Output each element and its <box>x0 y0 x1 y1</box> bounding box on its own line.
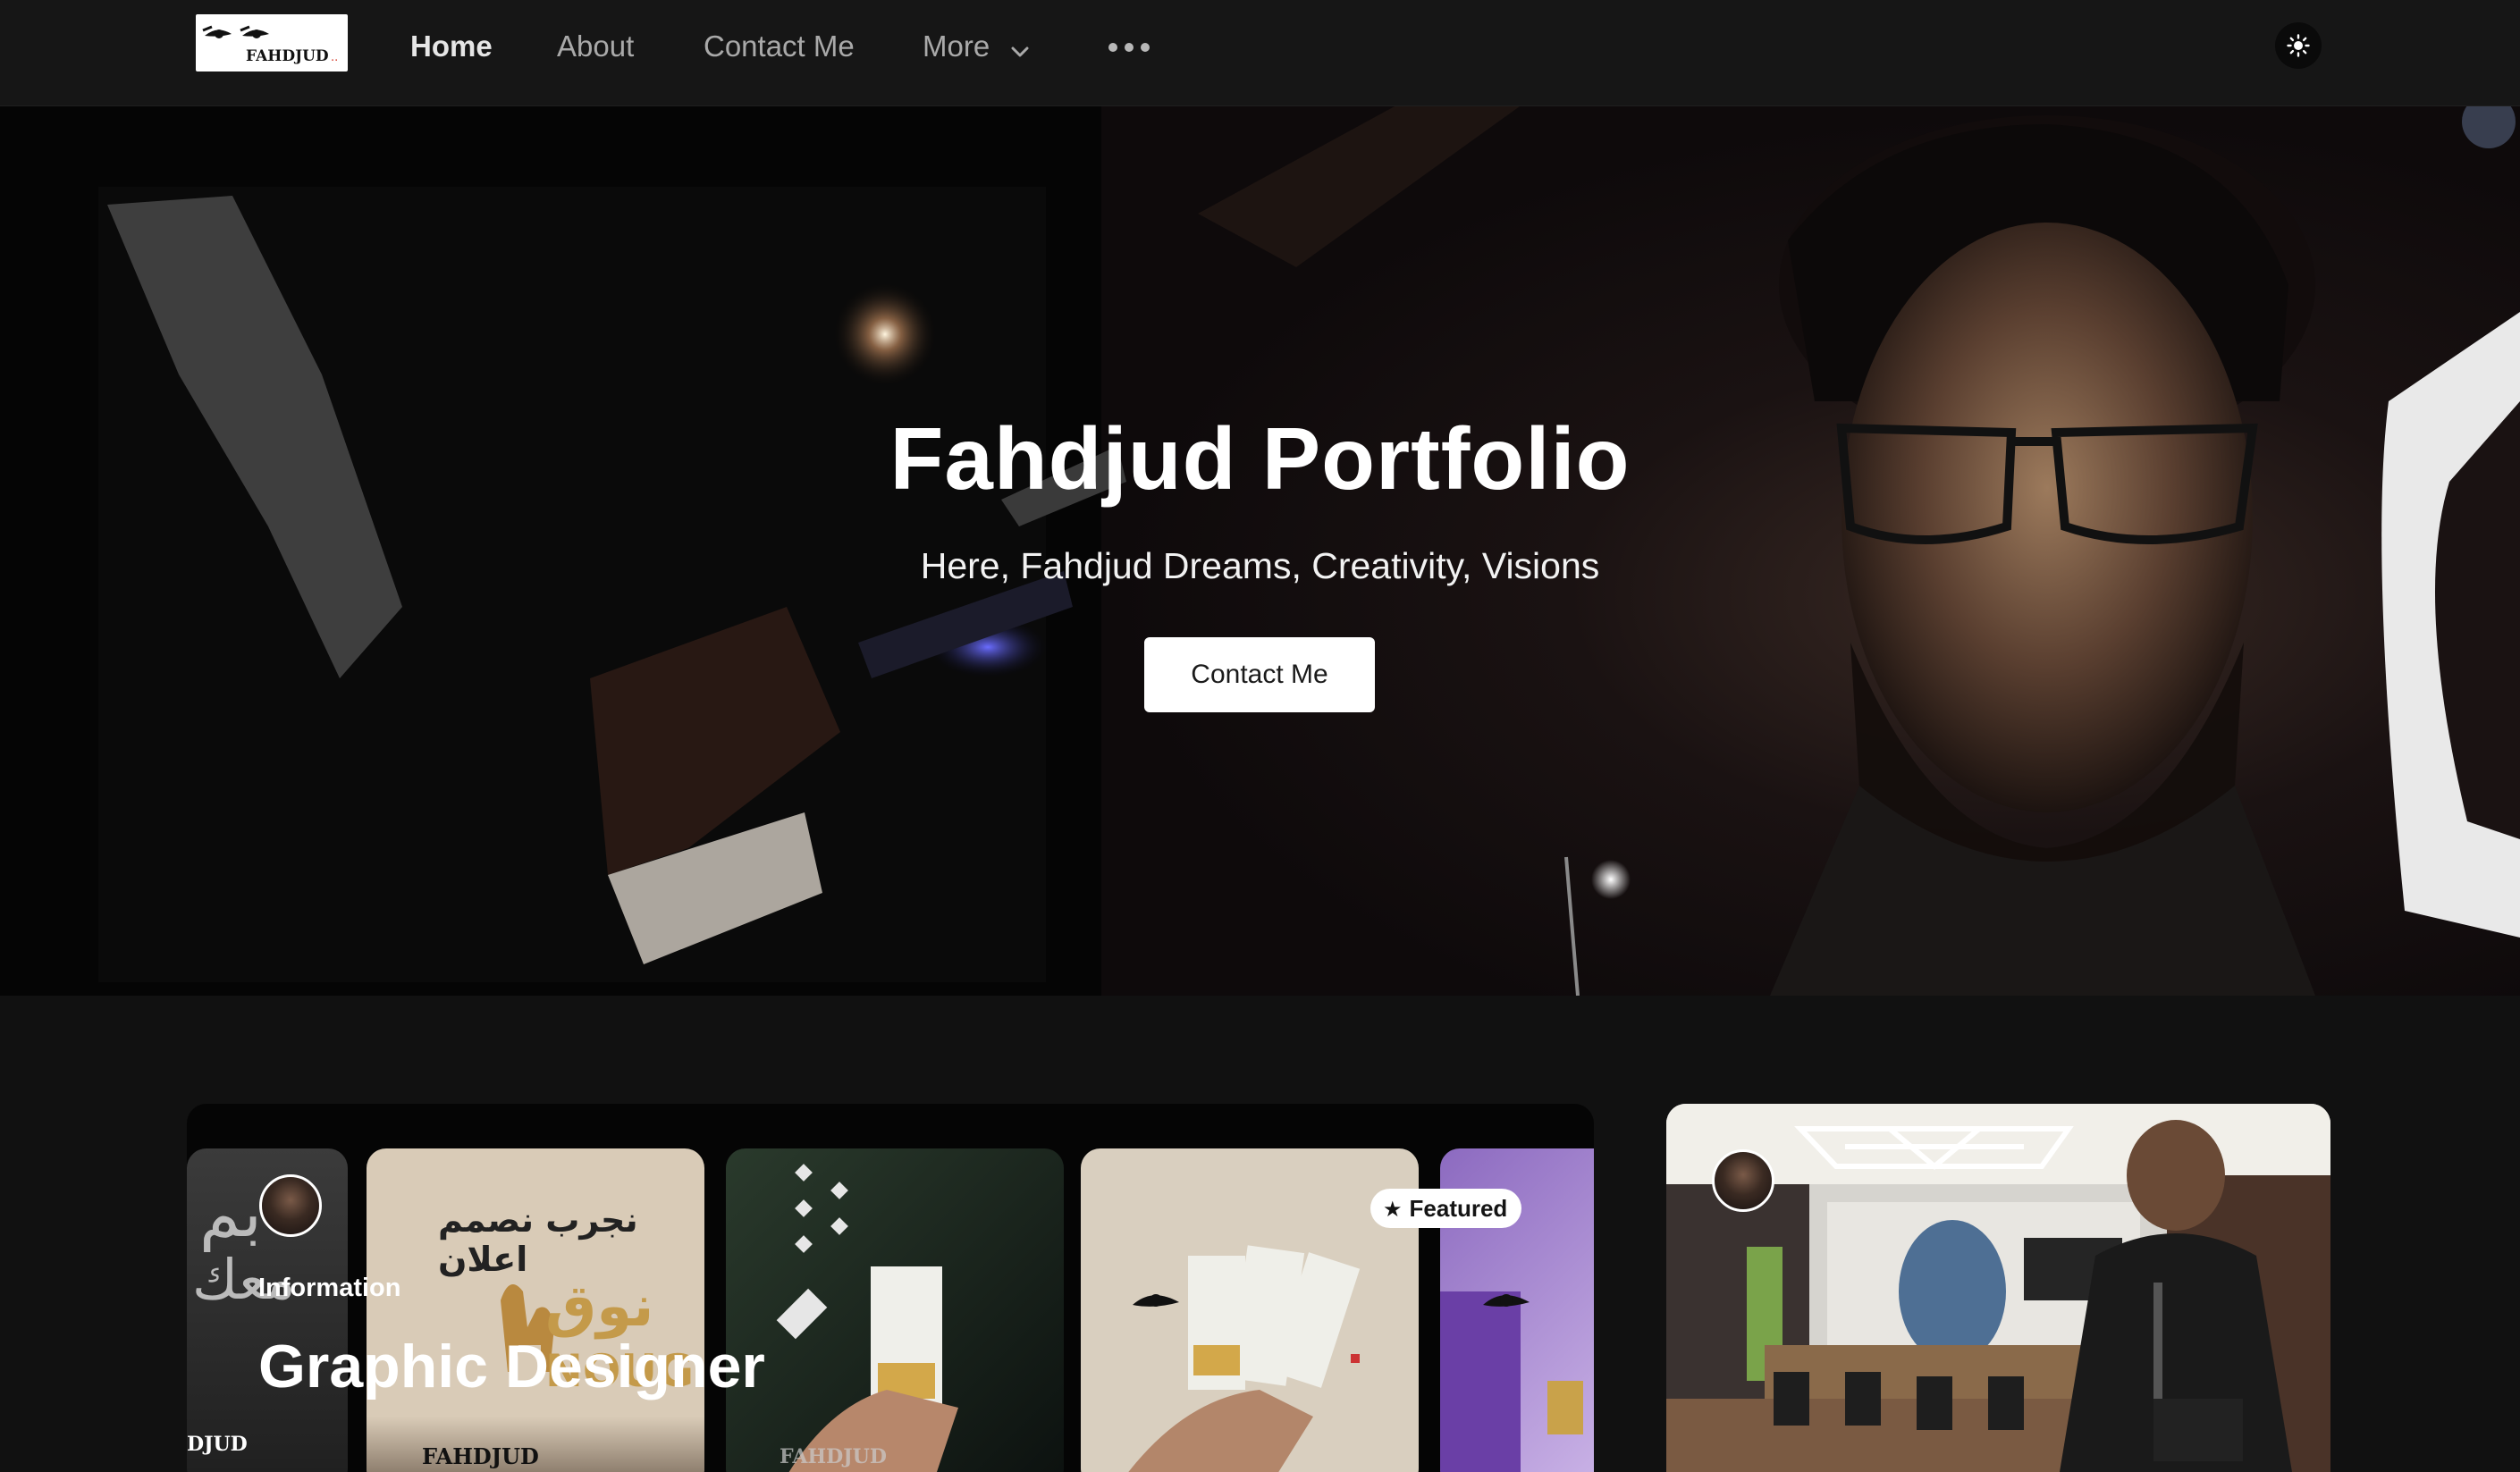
featured-badge: ★ Featured <box>1370 1189 1522 1228</box>
nav-more-dropdown[interactable]: More <box>923 25 1030 68</box>
featured-badge-label: Featured <box>1409 1195 1508 1222</box>
site-logo[interactable]: FAHDJUD .. <box>196 14 348 71</box>
gallery-tile-product-hand <box>1081 1148 1419 1472</box>
card-title: Graphic Designer <box>258 1333 765 1401</box>
hero-subtitle: Here, Fahdjud Dreams, Creativity, Vision… <box>920 545 1600 586</box>
tile-watermark: FAHDJUD <box>780 1445 887 1468</box>
gallery-tile-noug-ad: نجرب نصمم اعلان نوق NOUG FAHDJUD <box>367 1148 704 1472</box>
tile-watermark: DJUD <box>187 1433 248 1456</box>
nav-contact-me[interactable]: Contact Me <box>704 25 855 68</box>
chevron-down-icon <box>1010 27 1030 70</box>
nav-about[interactable]: About <box>557 25 634 68</box>
logo-text: FAHDJUD <box>246 47 329 65</box>
card-kicker: Information <box>258 1274 401 1302</box>
avatar <box>1712 1149 1774 1212</box>
star-icon: ★ <box>1383 1198 1403 1222</box>
more-dots-icon[interactable] <box>1107 25 1151 68</box>
gallery-tile-product-night: FAHDJUD <box>726 1148 1064 1472</box>
hero-title: Fahdjud Portfolio <box>889 409 1631 508</box>
top-navbar: FAHDJUD .. Home About Contact Me More <box>0 0 2520 106</box>
contact-me-button[interactable]: Contact Me <box>1144 637 1375 712</box>
hero-section: Fahdjud Portfolio Here, Fahdjud Dreams, … <box>0 106 2520 996</box>
sun-icon <box>2287 34 2310 57</box>
nav-home[interactable]: Home <box>410 25 493 68</box>
tile-arabic-brand: نوق <box>545 1274 654 1340</box>
nav-more-label: More <box>923 29 990 63</box>
avatar <box>259 1174 322 1237</box>
tile-watermark: FAHDJUD <box>422 1443 539 1469</box>
svg-text:..: .. <box>331 51 338 64</box>
logo-graphic: FAHDJUD .. <box>202 25 338 65</box>
tile-arabic-top: بم <box>199 1175 262 1252</box>
theme-toggle-button[interactable] <box>2275 22 2322 69</box>
